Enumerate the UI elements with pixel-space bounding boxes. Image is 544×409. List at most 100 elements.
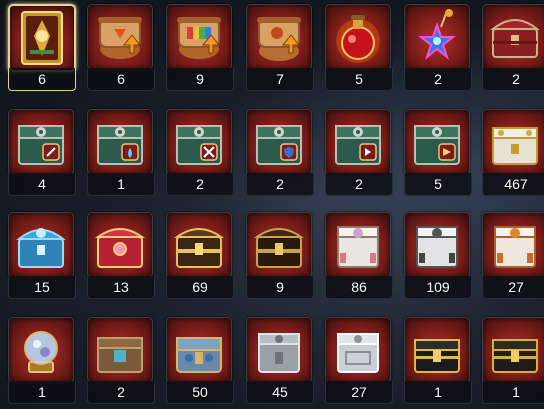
item-count-box: 7 <box>246 68 314 91</box>
item-count-box: 1 <box>482 381 544 404</box>
slot-frame <box>8 4 76 72</box>
item-count: 6 <box>117 71 125 87</box>
scroll-bag-icon <box>247 5 311 69</box>
slot-frame <box>246 109 312 175</box>
ornate-blue-chest-icon <box>167 318 231 382</box>
inventory-slot[interactable]: 109 <box>404 212 472 300</box>
silver-ornate-box-icon <box>326 318 390 382</box>
item-count: 2 <box>276 176 284 192</box>
slot-frame <box>246 212 312 278</box>
slot-frame <box>482 109 544 175</box>
inventory-slot[interactable]: 2 <box>87 317 155 405</box>
item-count: 2 <box>196 176 204 192</box>
item-count: 2 <box>355 176 363 192</box>
slot-frame <box>404 317 470 383</box>
slot-frame <box>87 317 153 383</box>
green-chest-arrow-icon <box>326 110 390 174</box>
blue-chest-icon <box>9 213 73 277</box>
slot-frame <box>166 4 232 70</box>
inventory-slot[interactable]: 1 <box>482 317 544 405</box>
slot-frame <box>166 317 232 383</box>
inventory-slot[interactable]: 69 <box>166 212 234 300</box>
item-count-box: 1 <box>87 173 155 196</box>
inventory-slot[interactable]: 86 <box>325 212 393 300</box>
item-count: 467 <box>504 176 528 192</box>
item-count: 9 <box>196 71 204 87</box>
item-count: 109 <box>426 279 450 295</box>
item-count-box: 45 <box>246 381 314 404</box>
item-count-box: 109 <box>404 276 472 299</box>
inventory-slot[interactable]: 13 <box>87 212 155 300</box>
item-count: 1 <box>38 384 46 400</box>
item-count-box: 467 <box>482 173 544 196</box>
inventory-slot[interactable]: 7 <box>246 4 314 92</box>
slot-frame <box>166 212 232 278</box>
wooden-chest-icon <box>88 318 152 382</box>
item-count-box: 1 <box>404 381 472 404</box>
item-count-box: 4 <box>8 173 76 196</box>
inventory-slot[interactable]: 2 <box>325 109 393 197</box>
slot-frame <box>482 4 544 70</box>
item-count: 7 <box>276 71 284 87</box>
inventory-slot[interactable]: 27 <box>482 212 544 300</box>
slot-frame <box>87 109 153 175</box>
black-gold-chest-alt-icon <box>483 318 544 382</box>
slot-frame <box>325 109 391 175</box>
inventory-slot[interactable]: 27 <box>325 317 393 405</box>
inventory-grid: 6 6 9 7 5 2 2 4 1 2 2 2 5 467 15 13 69 9… <box>8 4 544 409</box>
inventory-slot[interactable]: 15 <box>8 212 76 300</box>
inventory-slot[interactable]: 2 <box>166 109 234 197</box>
item-count: 1 <box>512 384 520 400</box>
ruby-chest-icon <box>88 213 152 277</box>
item-count: 27 <box>508 279 524 295</box>
item-count: 69 <box>192 279 208 295</box>
inventory-slot[interactable]: 1 <box>8 317 76 405</box>
inventory-slot[interactable]: 5 <box>404 109 472 197</box>
red-chest-icon <box>483 5 544 69</box>
item-count-box: 2 <box>482 68 544 91</box>
slot-frame <box>246 4 312 70</box>
white-gold-chest-icon <box>483 110 544 174</box>
inventory-slot[interactable]: 9 <box>246 212 314 300</box>
item-count-box: 9 <box>166 68 234 91</box>
slot-frame <box>325 317 391 383</box>
gold-chest-icon <box>167 213 231 277</box>
slot-frame <box>404 4 470 70</box>
black-gold-chest-icon <box>405 318 469 382</box>
inventory-slot[interactable]: 6 <box>8 4 76 92</box>
slot-frame <box>482 212 544 278</box>
inventory-slot[interactable]: 9 <box>166 4 234 92</box>
slot-frame <box>8 212 74 278</box>
inventory-slot[interactable]: 50 <box>166 317 234 405</box>
inventory-slot[interactable]: 45 <box>246 317 314 405</box>
inventory-slot[interactable]: 6 <box>87 4 155 92</box>
white-dark-crate-icon <box>405 213 469 277</box>
slot-frame <box>8 109 74 175</box>
dark-gold-chest-icon <box>247 213 311 277</box>
inventory-slot[interactable]: 1 <box>87 109 155 197</box>
item-count: 4 <box>38 176 46 192</box>
green-chest-swords-icon <box>167 110 231 174</box>
item-count-box: 27 <box>482 276 544 299</box>
item-count-box: 1 <box>8 381 76 404</box>
item-count-box: 27 <box>325 381 393 404</box>
white-orange-crate-icon <box>483 213 544 277</box>
inventory-slot[interactable]: 2 <box>404 4 472 92</box>
star-pendant-icon <box>405 5 469 69</box>
slot-frame <box>166 109 232 175</box>
silver-box-icon <box>247 318 311 382</box>
inventory-slot[interactable]: 467 <box>482 109 544 197</box>
inventory-slot[interactable]: 4 <box>8 109 76 197</box>
slot-frame <box>87 212 153 278</box>
inventory-slot[interactable]: 2 <box>482 4 544 92</box>
item-count: 15 <box>34 279 50 295</box>
slot-frame <box>8 317 74 383</box>
inventory-slot[interactable]: 5 <box>325 4 393 92</box>
item-count-box: 5 <box>404 173 472 196</box>
item-count-box: 6 <box>87 68 155 91</box>
inventory-slot[interactable]: 1 <box>404 317 472 405</box>
slot-frame <box>482 317 544 383</box>
item-count-box: 5 <box>325 68 393 91</box>
item-count-box: 2 <box>325 173 393 196</box>
inventory-slot[interactable]: 2 <box>246 109 314 197</box>
